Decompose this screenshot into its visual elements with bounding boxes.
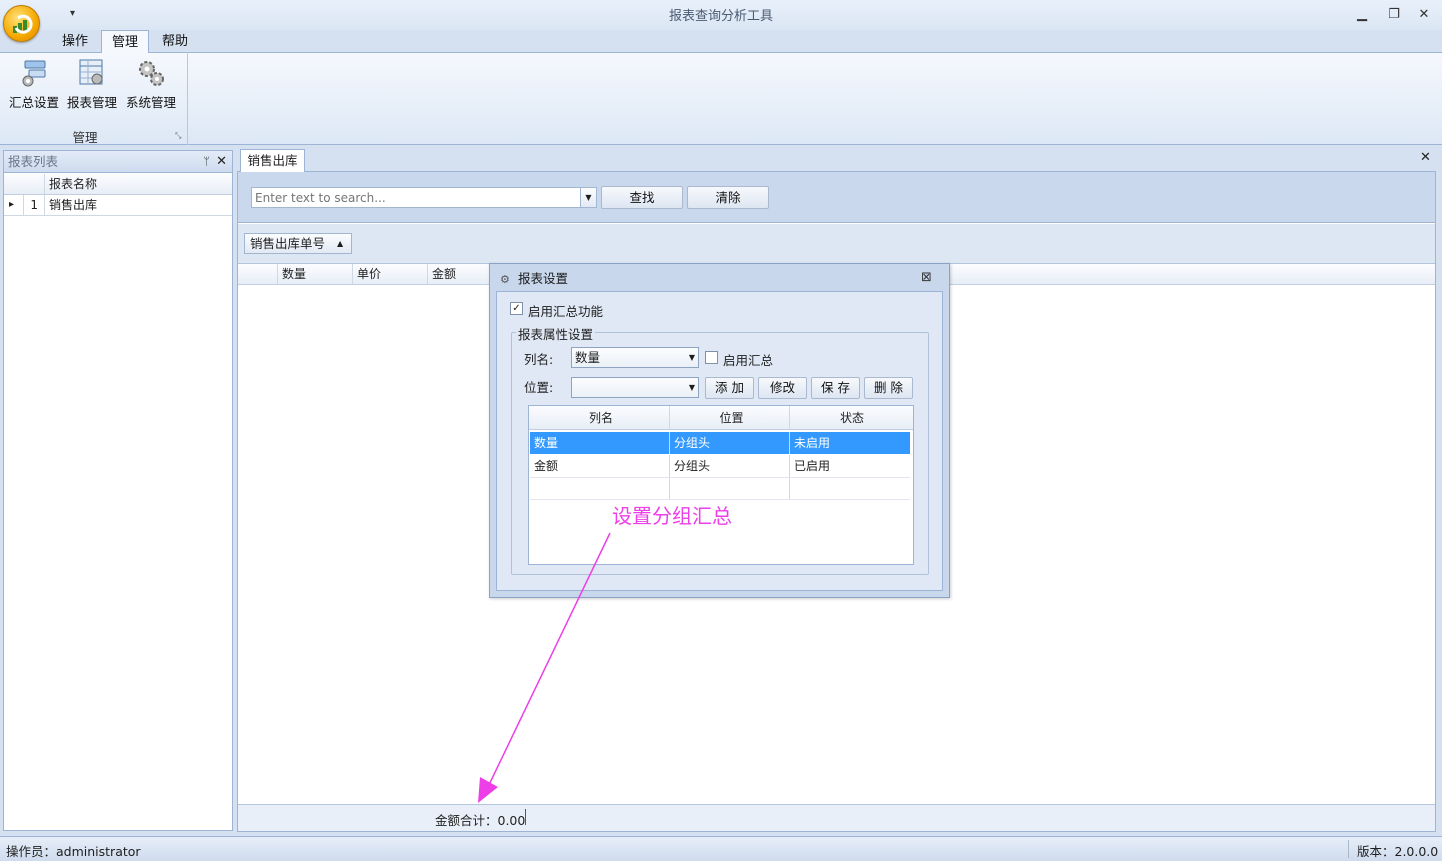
summary-settings-icon xyxy=(19,58,49,88)
indicator-header xyxy=(238,264,278,284)
operator-status: 操作员：administrator xyxy=(6,844,141,859)
column-header-report-name[interactable]: 报表名称 xyxy=(45,174,232,194)
annotation-arrow xyxy=(478,532,611,803)
add-button[interactable]: 添 加 xyxy=(705,377,754,399)
pin-icon[interactable]: ᛘ xyxy=(203,151,210,173)
status-bar xyxy=(0,836,1442,861)
position-label: 位置: xyxy=(524,380,554,395)
amount-total: 金额合计：0.00 xyxy=(435,813,526,828)
row-status-cell[interactable]: 已启用 xyxy=(790,455,910,477)
report-management-label: 报表管理 xyxy=(66,95,117,110)
system-management-label: 系统管理 xyxy=(125,95,176,110)
table-row[interactable]: 数量 分组头 未启用 xyxy=(530,432,910,454)
column-enable-summary-label: 启用汇总 xyxy=(723,353,774,368)
chevron-down-icon: ▼ xyxy=(688,383,695,392)
column-name-value: 数量 xyxy=(575,350,601,365)
column-header-name[interactable]: 列名 xyxy=(529,406,670,429)
new-row-cell[interactable] xyxy=(790,478,910,499)
enable-summary-checkbox[interactable]: ✓ xyxy=(510,302,523,315)
chevron-down-icon: ▼ xyxy=(688,353,695,362)
search-dropdown-button[interactable]: ▼ xyxy=(580,187,597,208)
column-name-label: 列名: xyxy=(524,352,554,367)
chevron-down-icon: ▼ xyxy=(585,193,592,202)
new-row[interactable] xyxy=(530,478,910,500)
report-list-title: 报表列表 xyxy=(4,151,232,173)
report-list-header: 报表名称 xyxy=(4,174,232,195)
group-launcher-icon[interactable]: ⤡ xyxy=(175,131,181,141)
ribbon-group-label: 管理 xyxy=(72,130,98,145)
system-management-button[interactable]: 系统管理 xyxy=(122,58,180,116)
annotation-text: 设置分组汇总 xyxy=(612,504,732,528)
search-input[interactable] xyxy=(251,187,581,208)
footer-divider xyxy=(525,809,526,825)
group-by-chip[interactable]: 销售出库单号 ▲ xyxy=(244,233,352,254)
group-panel xyxy=(238,224,1435,264)
status-divider xyxy=(1348,840,1349,858)
column-header-quantity[interactable]: 数量 xyxy=(278,264,353,284)
group-by-label: 销售出库单号 xyxy=(250,236,326,251)
position-select[interactable]: ▼ xyxy=(571,377,699,398)
tab-help[interactable]: 帮助 xyxy=(155,30,195,53)
find-button[interactable]: 查找 xyxy=(601,186,683,209)
row-number: 1 xyxy=(24,195,45,215)
column-name-select[interactable]: 数量 ▼ xyxy=(571,347,699,368)
save-button[interactable]: 保 存 xyxy=(811,377,860,399)
app-menu-button[interactable] xyxy=(3,5,40,42)
report-management-icon xyxy=(77,58,107,88)
row-name-cell[interactable]: 金额 xyxy=(530,455,670,477)
panel-close-icon[interactable]: ✕ xyxy=(216,151,227,173)
summary-settings-label: 汇总设置 xyxy=(8,95,59,110)
report-list-panel: 报表列表 ᛘ ✕ 报表名称 ▸ 1 销售出库 xyxy=(3,150,233,831)
sort-ascending-icon: ▲ xyxy=(337,239,344,248)
dialog-close-icon[interactable]: ⊠ xyxy=(921,270,932,285)
enable-summary-label: 启用汇总功能 xyxy=(528,304,604,319)
summary-grid-header: 列名 位置 状态 xyxy=(529,406,913,430)
row-name-cell[interactable]: 数量 xyxy=(530,432,670,454)
report-name-cell[interactable]: 销售出库 xyxy=(45,195,232,215)
new-row-cell[interactable] xyxy=(530,478,670,499)
column-header-unit-price[interactable]: 单价 xyxy=(353,264,428,284)
column-header-position[interactable]: 位置 xyxy=(670,406,790,429)
report-properties-title: 报表属性设置 xyxy=(516,324,596,343)
clear-button[interactable]: 清除 xyxy=(687,186,769,209)
table-row[interactable]: 金额 分组头 已启用 xyxy=(530,455,910,478)
row-position-cell[interactable]: 分组头 xyxy=(670,432,790,454)
column-enable-summary-checkbox[interactable] xyxy=(705,351,718,364)
report-management-button[interactable]: 报表管理 xyxy=(63,58,121,116)
tab-manage[interactable]: 管理 xyxy=(101,30,149,53)
close-icon: ✕ xyxy=(1418,7,1430,22)
restore-icon: ❐ xyxy=(1388,7,1400,22)
row-pointer-icon: ▸ xyxy=(4,195,24,215)
version-status: 版本：2.0.0.0 xyxy=(1357,844,1439,859)
document-close-icon[interactable]: ✕ xyxy=(1420,150,1431,165)
delete-button[interactable]: 删 除 xyxy=(864,377,913,399)
ribbon xyxy=(0,52,1442,145)
minimize-button[interactable]: ▁ xyxy=(1352,6,1372,24)
row-status-cell[interactable]: 未启用 xyxy=(790,432,910,454)
column-header-status[interactable]: 状态 xyxy=(790,406,910,429)
minimize-icon: ▁ xyxy=(1357,7,1367,22)
edit-button[interactable]: 修改 xyxy=(758,377,807,399)
row-position-cell[interactable]: 分组头 xyxy=(670,455,790,477)
restore-button[interactable]: ❐ xyxy=(1384,6,1404,24)
new-row-cell[interactable] xyxy=(670,478,790,499)
gears-icon xyxy=(136,58,166,88)
grid-footer xyxy=(238,804,1435,831)
window-title: 报表查询分析工具 xyxy=(668,9,773,24)
tab-operate[interactable]: 操作 xyxy=(56,30,94,53)
row-indicator-header xyxy=(4,174,45,194)
summary-settings-button[interactable]: 汇总设置 xyxy=(5,58,63,116)
tab-sales-outbound[interactable]: 销售出库 xyxy=(240,149,305,172)
dialog-title: 报表设置 xyxy=(518,271,569,286)
app-logo-icon xyxy=(13,14,33,34)
table-row[interactable]: ▸ 1 销售出库 xyxy=(4,195,232,216)
column-header-amount[interactable]: 金额 xyxy=(428,264,488,284)
close-button[interactable]: ✕ xyxy=(1414,6,1434,24)
